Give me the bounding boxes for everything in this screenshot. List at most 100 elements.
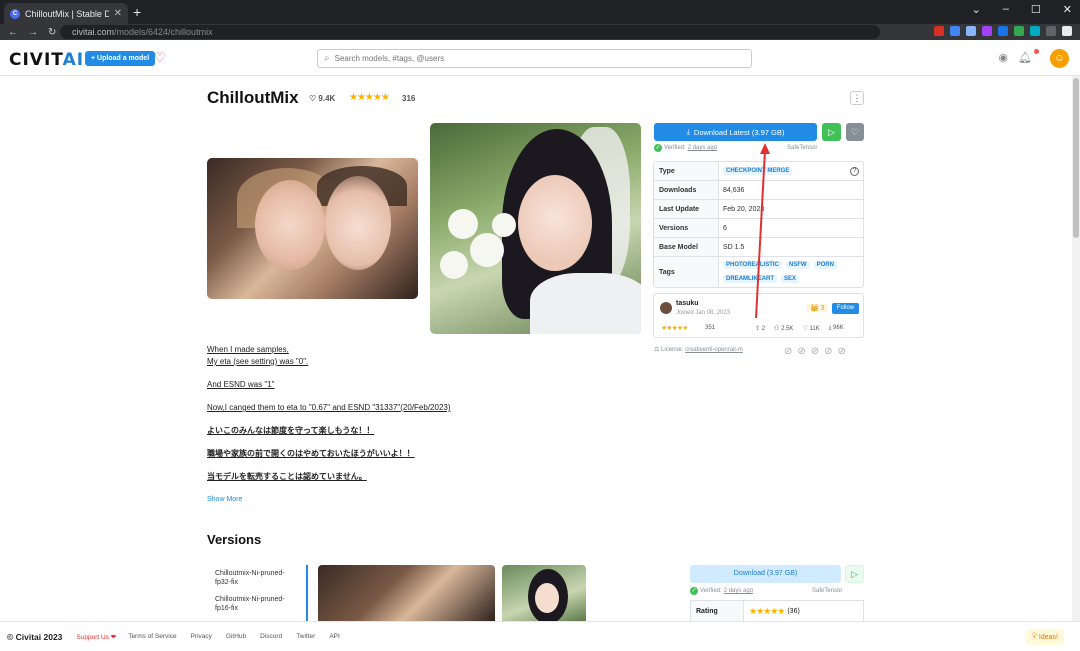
details-value: 84,636 [723, 186, 745, 194]
verified-status: ✓ Verified: 2 days ago [654, 144, 717, 152]
heart-icon[interactable]: ♡ [154, 50, 166, 66]
upload-model-button[interactable]: + Upload a model [85, 51, 156, 66]
rating-count: 316 [402, 94, 416, 103]
url-field[interactable]: civitai.com/models/6424/chilloutmix [60, 25, 880, 39]
site-footer: © Civitai 2023 Support Us ❤ Terms of Ser… [0, 621, 1080, 651]
close-window-icon[interactable]: ✕ [1063, 3, 1072, 16]
maximize-icon[interactable]: ☐ [1031, 3, 1041, 16]
uploads-value: 2 [761, 326, 766, 332]
version-download-button[interactable]: Download (3.97 GB) [690, 565, 841, 583]
description-line: My eta (see setting) was "0". [207, 357, 309, 366]
back-icon[interactable]: ← [8, 27, 18, 38]
scrollbar-thumb[interactable] [1073, 78, 1079, 238]
upload-icon: ⇪ [755, 326, 762, 332]
version-item[interactable]: Chilloutmix-Ni-pruned-fp32-fix [207, 565, 306, 591]
image-flower [492, 213, 516, 237]
tag-badge[interactable]: PORN [813, 261, 837, 270]
support-us-link[interactable]: Support Us ❤ [76, 633, 116, 641]
new-tab-icon[interactable]: + [133, 4, 141, 20]
civitai-logo[interactable]: CIVITAI [9, 50, 84, 70]
chevron-down-icon[interactable]: ⌄ [972, 3, 981, 16]
extension-icon[interactable] [950, 26, 960, 36]
download-latest-button[interactable]: ⤓ Download Latest (3.97 GB) [654, 123, 817, 141]
no-image-sell-icon: ⊘ [797, 346, 806, 357]
eye-icon[interactable]: ◉ [998, 51, 1008, 64]
search-icon: ⌕ [324, 53, 330, 64]
sample-image-1[interactable] [207, 158, 418, 299]
details-value: CHECKPOINT MERGE ? [719, 162, 863, 180]
tag-badge[interactable]: DREAMLIKEART [723, 274, 777, 283]
like-count[interactable]: ♡ 9.4K [309, 94, 335, 103]
search-box[interactable]: ⌕ [317, 49, 752, 68]
license-link[interactable]: creativeml-openrail-m [685, 347, 743, 353]
followers-stat: ⚇ 2.5K [774, 325, 793, 332]
versions-heading: Versions [207, 532, 262, 547]
tag-badge[interactable]: PHOTOREALISTIC [723, 261, 782, 270]
sample-image-2[interactable] [430, 123, 641, 334]
downloads-value: 96K [833, 325, 844, 331]
version-list: Chilloutmix-Ni-pruned-fp32-fix Chilloutm… [207, 565, 308, 621]
extension-icon[interactable] [966, 26, 976, 36]
footer-link-twitter[interactable]: Twitter [296, 633, 315, 640]
details-value: 6 [723, 224, 727, 232]
no-sell-icon: ⊘ [824, 346, 833, 357]
version-item[interactable]: Chilloutmix-Ni-pruned-fp16-fix [207, 591, 306, 617]
ideas-button[interactable]: 💡︎ Ideas! [1026, 629, 1064, 645]
follow-button[interactable]: Follow [832, 303, 859, 314]
version-file-format: SafeTensor [812, 588, 843, 594]
no-merge-icon: ⊘ [810, 346, 820, 357]
version-run-button[interactable]: ▷ [845, 565, 864, 583]
help-icon[interactable]: ? [850, 166, 859, 176]
extension-icon[interactable] [982, 26, 992, 36]
model-title: ChilloutMix [207, 88, 299, 107]
logo-text: CIVIT [9, 50, 63, 70]
creator-rating-stars: ★★★★★ [661, 325, 688, 332]
description-line: When I made samples, [207, 345, 289, 354]
extension-icon[interactable] [998, 26, 1008, 36]
browser-tab[interactable]: C ChilloutMix | Stable Diffusion C ✕ [4, 3, 128, 24]
image-flower [448, 209, 478, 239]
profile-icon[interactable] [1062, 26, 1072, 36]
type-badge[interactable]: CHECKPOINT MERGE [723, 167, 793, 175]
version-image-2[interactable] [502, 565, 586, 621]
minimize-icon[interactable]: – [1003, 3, 1009, 16]
extension-icon[interactable] [1030, 26, 1040, 36]
check-icon: ✓ [690, 587, 698, 595]
image-face [255, 180, 325, 270]
version-verified-status: ✓ Verified: 2 days ago [690, 587, 753, 595]
show-more-link[interactable]: Show More [207, 496, 242, 503]
search-input[interactable] [334, 54, 715, 63]
creator-avatar[interactable] [660, 302, 672, 314]
footer-link-discord[interactable]: Discord [260, 633, 282, 640]
description-line: Now,I canged them to eta to "0.67" and E… [207, 403, 451, 412]
creator-card: tasuku Joined Jan 08, 2023 👑 3 Follow ★★… [653, 293, 864, 338]
verified-time[interactable]: 2 days ago [688, 145, 717, 151]
favorite-button[interactable]: ♡ [846, 123, 864, 141]
forward-icon[interactable]: → [28, 27, 38, 38]
footer-link-api[interactable]: API [329, 633, 339, 640]
notification-dot [1034, 49, 1039, 54]
license-info: ⚖ License: creativeml-openrail-m [654, 346, 743, 353]
more-menu-button[interactable]: ⋮ [850, 91, 864, 105]
puzzle-icon[interactable] [1046, 26, 1056, 36]
version-image-1[interactable] [318, 565, 495, 621]
bell-icon[interactable]: 🔔︎ [1018, 51, 1032, 64]
extension-icon[interactable] [1014, 26, 1024, 36]
tag-badge[interactable]: SEX [781, 274, 800, 283]
footer-link-github[interactable]: GitHub [226, 633, 246, 640]
reload-icon[interactable]: ↻ [48, 27, 56, 38]
annotation-arrow-head [760, 143, 770, 154]
extension-icon[interactable] [934, 26, 944, 36]
user-avatar[interactable]: ☺ [1050, 49, 1069, 68]
tag-badge[interactable]: NSFW [785, 261, 810, 270]
creator-name[interactable]: tasuku [676, 300, 699, 307]
scale-icon: ⚖ [654, 347, 662, 353]
close-tab-icon[interactable]: ✕ [114, 8, 122, 19]
footer-link-privacy[interactable]: Privacy [191, 633, 212, 640]
footer-link-terms[interactable]: Terms of Service [128, 633, 176, 640]
no-credit-icon: ⊘ [784, 346, 793, 357]
run-model-button[interactable]: ▷ [822, 123, 841, 141]
verified-time[interactable]: 2 days ago [724, 588, 753, 594]
like-count-value: 9.4K [318, 94, 336, 103]
model-description: When I made samples, My eta (see setting… [207, 344, 451, 483]
